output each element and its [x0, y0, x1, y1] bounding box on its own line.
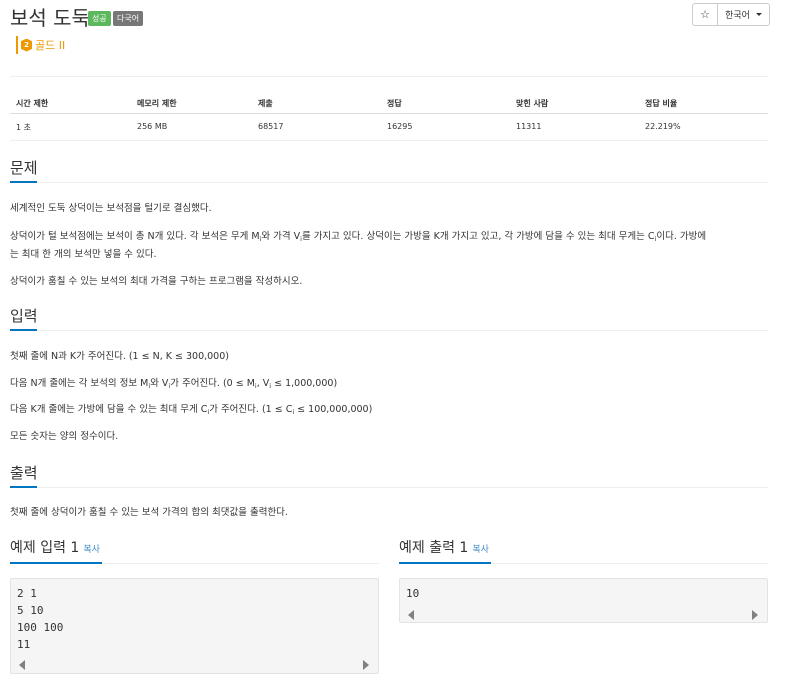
section-rule-output [10, 487, 768, 488]
output-paragraph-1: 첫째 줄에 상덕이가 훔칠 수 있는 보석 가격의 합의 최댓값을 출력한다. [10, 507, 288, 518]
status-badge-success: 성공 [88, 11, 111, 26]
table-header-solved-users: 맞힌 사람 [516, 99, 549, 108]
caret-down-icon [755, 13, 762, 16]
favorite-button[interactable]: ☆ [693, 4, 718, 25]
section-underline-output [10, 486, 37, 488]
language-dropdown[interactable]: 한국어 [718, 4, 769, 25]
table-cell-solved-users[interactable]: 11311 [516, 122, 541, 131]
table-header-accept-ratio: 정답 비율 [645, 99, 678, 108]
table-cell-accept-ratio: 22.219% [645, 122, 681, 131]
sample-output-title: 예제 출력 1 복사 [399, 538, 489, 560]
scroll-right-icon[interactable] [752, 610, 758, 620]
header-divider [10, 76, 768, 77]
section-rule-problem [10, 182, 768, 183]
scroll-left-icon[interactable] [408, 610, 414, 620]
tier-label: 골드 II [35, 39, 66, 52]
sample-output-copy-link[interactable]: 복사 [472, 540, 489, 560]
language-label: 한국어 [725, 11, 750, 21]
section-rule-input [10, 330, 768, 331]
page-title: 보석 도둑 [10, 6, 90, 30]
sample-output-box[interactable]: 10 [399, 578, 768, 623]
table-header-accepted: 정답 [387, 99, 402, 108]
section-underline-problem [10, 181, 37, 183]
table-header-memory-limit: 메모리 제한 [137, 99, 177, 108]
tier-badge[interactable]: 2 골드 II [16, 36, 65, 54]
sample-input-copy-link[interactable]: 복사 [83, 540, 100, 560]
problem-paragraph-2-cont: 는 최대 한 개의 보석만 넣을 수 있다. [10, 249, 157, 260]
input-paragraph-1: 첫째 줄에 N과 K가 주어진다. (1 ≤ N, K ≤ 300,000) [10, 351, 229, 362]
input-paragraph-2: 다음 N개 줄에는 각 보석의 정보 Mi와 Vi가 주어진다. (0 ≤ Mi… [10, 378, 338, 390]
sample-input-box[interactable]: 2 1 5 10 100 100 11 [10, 578, 379, 674]
table-header-submissions: 제출 [258, 99, 273, 108]
sample-input-code: 2 1 5 10 100 100 11 [10, 578, 379, 674]
scroll-right-icon[interactable] [363, 660, 369, 670]
gold-tier-icon: 2 [21, 38, 32, 52]
star-icon: ☆ [700, 8, 710, 21]
section-title-problem: 문제 [10, 159, 38, 177]
problem-paragraph-1: 세계적인 도둑 상덕이는 보석점을 털기로 결심했다. [10, 203, 212, 214]
table-cell-accepted[interactable]: 16295 [387, 122, 412, 131]
table-cell-submissions[interactable]: 68517 [258, 122, 283, 131]
input-paragraph-3: 다음 K개 줄에는 가방에 담을 수 있는 최대 무게 Ci가 주어진다. (1… [10, 404, 373, 416]
section-title-input: 입력 [10, 307, 38, 325]
table-cell-memory-limit: 256 MB [137, 122, 168, 131]
header-button-group: ☆ 한국어 [692, 3, 770, 26]
sample-output-underline [399, 562, 491, 564]
table-bottom-rule [10, 140, 768, 141]
scroll-left-icon[interactable] [19, 660, 25, 670]
sample-output-code: 10 [399, 578, 768, 623]
sample-input-title: 예제 입력 1 복사 [10, 538, 100, 560]
section-underline-input [10, 329, 37, 331]
section-title-output: 출력 [10, 464, 38, 482]
table-cell-time-limit: 1 초 [16, 123, 31, 132]
problem-paragraph-2: 상덕이가 털 보석점에는 보석이 총 N개 있다. 각 보석은 무게 Mi와 가… [10, 231, 707, 243]
table-header-rule [10, 113, 768, 114]
input-paragraph-4: 모든 숫자는 양의 정수이다. [10, 431, 119, 442]
problem-paragraph-3: 상덕이가 훔칠 수 있는 보석의 최대 가격을 구하는 프로그램을 작성하시오. [10, 276, 303, 287]
status-badge-multilang: 다국어 [113, 11, 144, 26]
table-header-time-limit: 시간 제한 [16, 99, 49, 108]
sample-input-underline [10, 562, 102, 564]
